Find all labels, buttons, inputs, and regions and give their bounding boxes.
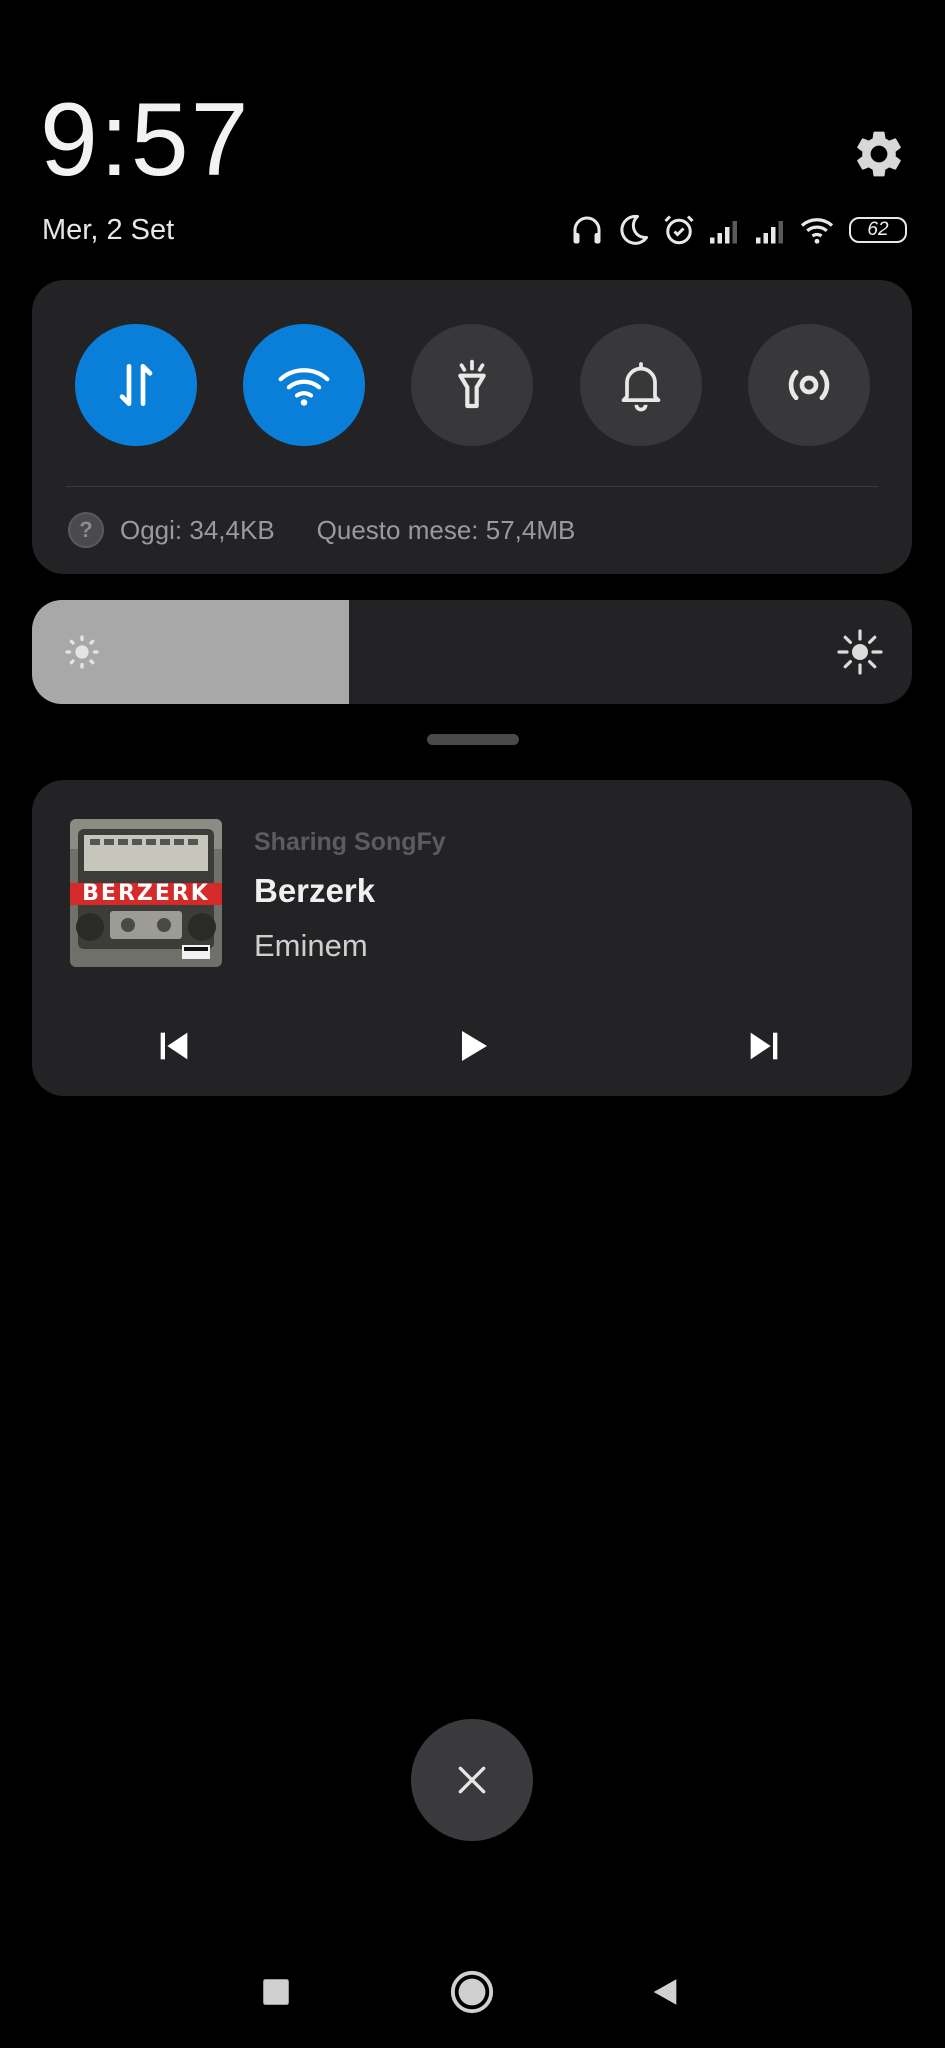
next-button[interactable] — [732, 1014, 796, 1078]
usage-month: Questo mese: 57,4MB — [316, 514, 576, 545]
play-icon — [462, 1031, 487, 1061]
status-bar: 62 — [569, 210, 907, 250]
data-usage: ? Oggi: 34,4KB Questo mese: 57,4MB — [68, 512, 575, 548]
divider — [66, 486, 878, 487]
album-art: BERZERK — [70, 819, 222, 967]
usage-today: Oggi: 34,4KB — [120, 514, 275, 545]
media-notification[interactable]: BERZERK Sharing SongFy Berzerk Eminem — [32, 780, 912, 1096]
recents-square-icon — [263, 1979, 289, 2005]
home-circle-icon — [450, 1970, 494, 2014]
battery-icon: 62 — [849, 217, 907, 243]
gear-icon[interactable] — [851, 126, 907, 182]
clear-all-button[interactable] — [411, 1719, 533, 1841]
brightness-high-icon — [837, 629, 883, 675]
previous-icon — [160, 1032, 188, 1060]
hotspot-toggle[interactable] — [748, 324, 870, 446]
wifi-icon — [800, 218, 834, 244]
next-icon — [750, 1032, 778, 1060]
album-art-text: BERZERK — [82, 881, 210, 906]
wifi-icon — [278, 368, 330, 406]
flashlight-toggle[interactable] — [411, 324, 533, 446]
cellular-signal-icon — [756, 221, 783, 244]
data-transfer-arrows-icon — [119, 364, 153, 406]
do-not-disturb-moon-icon — [620, 214, 648, 245]
previous-button[interactable] — [142, 1014, 206, 1078]
help-question-icon[interactable]: ? — [68, 512, 104, 548]
close-icon — [458, 1766, 486, 1794]
date[interactable]: Mer, 2 Set — [42, 216, 174, 245]
hotspot-icon — [788, 369, 830, 401]
mobile-data-toggle[interactable] — [75, 324, 197, 446]
quick-settings-panel: ? Oggi: 34,4KB Questo mese: 57,4MB — [32, 280, 912, 574]
headphones-icon — [573, 216, 601, 244]
drag-handle[interactable] — [427, 734, 519, 745]
cellular-signal-icon — [710, 221, 737, 244]
clock[interactable]: 9:57 — [40, 88, 250, 192]
media-app-name: Sharing SongFy — [254, 828, 446, 856]
sound-toggle[interactable] — [580, 324, 702, 446]
bell-icon — [621, 362, 661, 412]
brightness-low-icon — [65, 635, 99, 669]
battery-level: 62 — [867, 219, 889, 240]
back-button[interactable] — [641, 1968, 689, 2016]
play-button[interactable] — [440, 1014, 504, 1078]
alarm-clock-icon — [664, 215, 694, 245]
wifi-toggle[interactable] — [243, 324, 365, 446]
back-triangle-icon — [653, 1979, 677, 2005]
track-title: Berzerk — [254, 872, 376, 909]
home-button[interactable] — [448, 1968, 496, 2016]
track-artist: Eminem — [254, 928, 368, 963]
brightness-slider[interactable] — [32, 600, 912, 704]
flashlight-icon — [458, 359, 486, 409]
recents-button[interactable] — [252, 1968, 300, 2016]
